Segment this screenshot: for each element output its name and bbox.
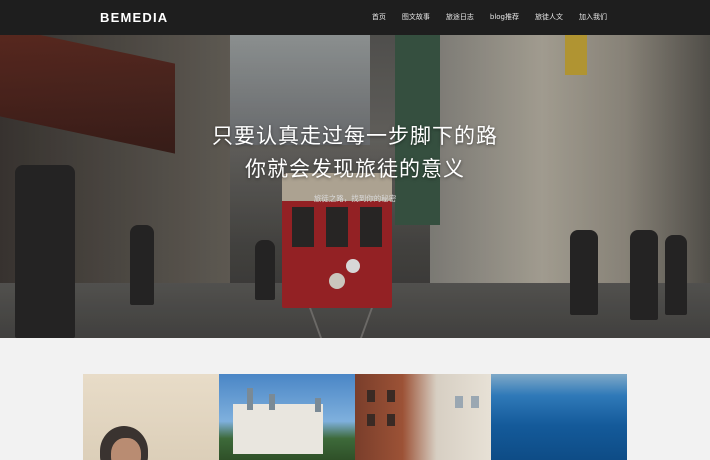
nav-item-blog-recommend[interactable]: blog推荐 — [482, 0, 527, 35]
nav-item-join-us[interactable]: 加入我们 — [571, 0, 607, 35]
gallery-tile-portrait[interactable] — [83, 374, 219, 460]
gallery-tile-buildings[interactable] — [355, 374, 491, 460]
hero-overlay — [0, 35, 710, 338]
gallery-tile-ocean[interactable] — [491, 374, 627, 460]
main-nav: 首页 图文故事 旅途日志 blog推荐 旅徒人文 加入我们 — [364, 0, 607, 35]
building-window — [367, 414, 375, 426]
nav-item-travel-log[interactable]: 旅途日志 — [438, 0, 482, 35]
portrait-face — [111, 438, 141, 460]
castle-spire — [269, 394, 275, 410]
building-window — [471, 396, 479, 408]
castle-spire — [315, 398, 321, 412]
nav-item-photo-stories[interactable]: 图文故事 — [394, 0, 438, 35]
building-window — [367, 390, 375, 402]
building-window — [387, 414, 395, 426]
site-logo[interactable]: BEMEDIA — [100, 10, 168, 25]
hero-banner: 只要认真走过每一步脚下的路 你就会发现旅徒的意义 旅徒之路，找到你的秘密 — [0, 35, 710, 338]
top-navigation-bar: BEMEDIA 首页 图文故事 旅途日志 blog推荐 旅徒人文 加入我们 — [0, 0, 710, 35]
building-window — [455, 396, 463, 408]
castle-building — [233, 404, 323, 454]
castle-spire — [247, 388, 253, 410]
nav-item-home[interactable]: 首页 — [364, 0, 394, 35]
hero-subtitle: 旅徒之路，找到你的秘密 — [313, 194, 397, 203]
hero-heading-line-2: 你就会发现旅徒的意义 — [245, 157, 465, 181]
nav-item-culture[interactable]: 旅徒人文 — [527, 0, 571, 35]
hero-heading-line-1: 只要认真走过每一步脚下的路 — [212, 124, 498, 148]
building-window — [387, 390, 395, 402]
photo-gallery — [83, 374, 627, 460]
gallery-tile-castle[interactable] — [219, 374, 355, 460]
